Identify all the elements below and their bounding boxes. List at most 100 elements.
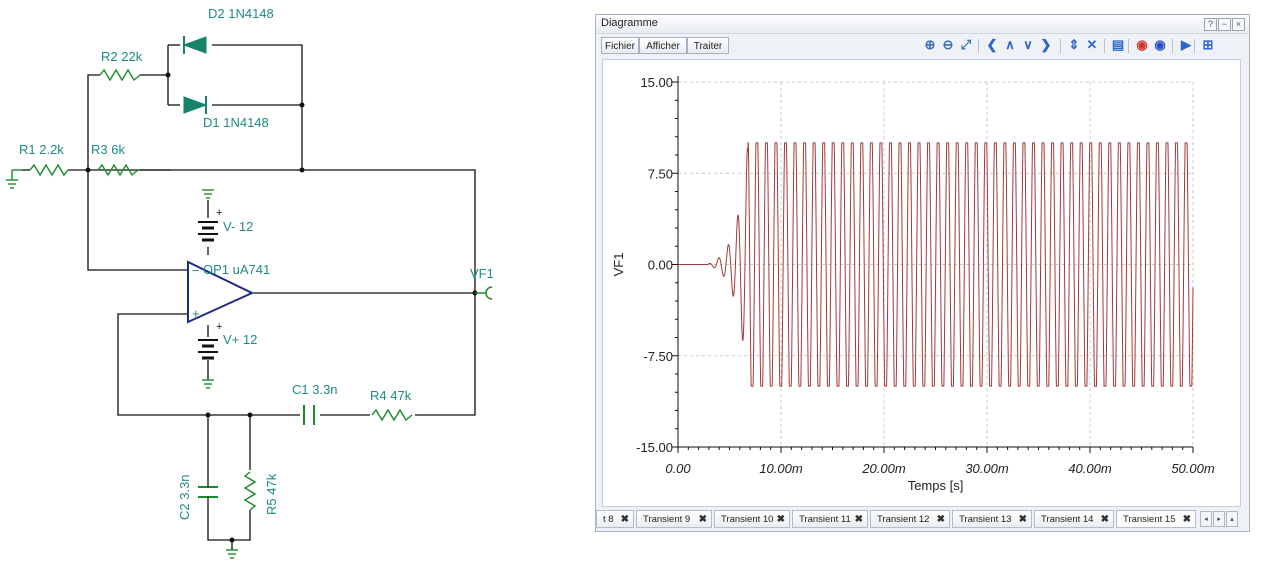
tab-close-icon[interactable]: ✖ [1019,511,1027,529]
tab-close-icon[interactable]: ✖ [1101,511,1109,529]
arrow-left-icon[interactable]: ❮ [984,37,1000,53]
zoom-out-icon[interactable]: ⊖ [940,37,956,53]
tab-transient-15[interactable]: Transient 15 ✖ [1116,510,1196,528]
tab-label: Transient 9 [643,514,691,525]
series-vf1-line [678,142,1194,387]
toolbar-separator [1128,39,1129,53]
tab-transient-14[interactable]: Transient 14 ✖ [1034,510,1114,528]
tab-label: Transient 10 [721,514,774,525]
menu-afficher[interactable]: Afficher [639,37,687,54]
label-vf1: VF1 [470,266,494,281]
tab-transient-11[interactable]: Transient 11 ✖ [792,510,868,528]
y-tick-label: 0.00 [648,258,673,273]
toolbar-separator [1104,39,1105,53]
tab-transient-12[interactable]: Transient 12 ✖ [870,510,950,528]
transient-chart: 15.00 7.50 0.00 -7.50 -15.00 0.00 10.00m 20.00m… [611,75,1215,493]
plot-area[interactable]: 15.00 7.50 0.00 -7.50 -15.00 0.00 10.00m 20.00m… [602,59,1241,507]
label-op1: OP1 uA741 [203,262,270,277]
x-tick-label: 0.00 [665,461,691,476]
x-axis-label: Temps [s] [908,478,964,493]
resistor-r1[interactable] [29,163,69,177]
diode-d2[interactable] [182,36,207,54]
add-window-icon[interactable]: ⊞ [1200,37,1216,53]
expand-vertical-icon[interactable]: ⇕ [1066,37,1082,53]
battery-vminus[interactable]: + [198,207,222,242]
label-r4: R4 47k [370,388,412,403]
comment-icon[interactable]: ▤ [1110,37,1126,53]
toolbar-separator [1060,39,1061,53]
diode-d1[interactable] [183,96,208,114]
tab-label: Transient 13 [959,514,1012,525]
zoom-in-icon[interactable]: ⊕ [922,37,938,53]
y-axis-label: VF1 [611,253,626,277]
opamp-plus-pin: + [192,306,200,321]
fit-icon[interactable]: ⤢ [958,37,974,53]
svg-text:+: + [216,207,222,219]
tab-label: Transient 12 [877,514,930,525]
x-tick-label: 30.00m [965,461,1009,476]
tab-label: Transient 15 [1123,514,1176,525]
tab-close-icon[interactable]: ✖ [777,511,785,529]
circuit-schematic: − + + + D2 1N4148 R2 22k D1 1N4148 R1 2.… [6,6,494,559]
toolbar-separator [1172,39,1173,53]
label-c1: C1 3.3n [292,382,338,397]
ground-symbol-mid [202,379,214,389]
tab-scroll-left-button[interactable]: ◂ [1200,511,1212,527]
tab-close-icon[interactable]: ✖ [1183,511,1191,529]
tab-close-icon[interactable]: ✖ [621,511,629,529]
resistor-r5[interactable] [243,471,257,511]
tab-label: Transient 14 [1041,514,1094,525]
tab-bar: t 8 ✖ Transient 9 ✖ Transient 10 ✖ Transient 1… [596,509,1249,531]
tab-close-icon[interactable]: ✖ [855,511,863,529]
arrow-down-icon[interactable]: ∨ [1020,37,1036,53]
arrow-up-icon[interactable]: ∧ [1002,37,1018,53]
resistor-r2[interactable] [99,68,141,82]
label-d1: D1 1N4148 [203,115,269,130]
capacitor-c1[interactable] [303,405,315,425]
y-tick-label: 15.00 [640,75,673,90]
battery-vplus[interactable]: + [198,321,222,360]
tab-transient-10[interactable]: Transient 10 ✖ [714,510,790,528]
ground-symbol-left [6,169,22,189]
tab-close-icon[interactable]: ✖ [699,511,707,529]
tab-transient-13[interactable]: Transient 13 ✖ [952,510,1032,528]
label-vplus: V+ 12 [223,332,257,347]
x-tick-label: 40.00m [1068,461,1112,476]
x-tick-label: 50.00m [1171,461,1215,476]
menu-traiter[interactable]: Traiter [687,37,729,54]
minimize-button[interactable]: − [1218,18,1231,31]
tab-close-icon[interactable]: ✖ [937,511,945,529]
help-button[interactable]: ? [1204,18,1217,31]
capacitor-c2[interactable] [198,470,218,510]
cross-icon[interactable]: ✕ [1084,37,1100,53]
marker-b-icon[interactable]: ◉ [1152,37,1168,53]
tab-label: Transient 11 [799,514,851,525]
opamp-minus-pin: − [192,263,200,278]
menu-fichier[interactable]: Fichier [601,37,639,54]
tab-scroll-right-button[interactable]: ▸ [1213,511,1225,527]
tab-menu-button[interactable]: ▴ [1226,511,1238,527]
window-titlebar[interactable]: Diagramme ? − × [596,15,1249,34]
y-tick-label: 7.50 [648,166,673,181]
marker-a-icon[interactable]: ◉ [1134,37,1150,53]
close-button[interactable]: × [1232,18,1245,31]
voltage-probe-vf1[interactable] [475,286,493,300]
label-d2: D2 1N4148 [208,6,274,21]
arrow-right-icon[interactable]: ❯ [1038,37,1054,53]
resistor-r4[interactable] [371,408,413,422]
tab-transient-9[interactable]: Transient 9 ✖ [636,510,712,528]
toolbar-separator [978,39,979,53]
tab-t-8[interactable]: t 8 ✖ [596,510,634,528]
label-r3: R3 6k [91,142,125,157]
label-r5: R5 47k [264,473,279,515]
ground-symbol-top [202,189,214,199]
diagram-window: Diagramme ? − × Fichier Afficher Traiter… [595,14,1250,532]
svg-text:+: + [216,321,222,333]
window-title: Diagramme [601,17,658,29]
label-c2: C2 3.3n [177,474,192,520]
toolbar: Fichier Afficher Traiter ⊕ ⊖ ⤢ ❮ ∧ ∨ ❯ ⇕ ✕ ▤ ◉ ◉ ▶ ⊞ [596,35,1249,57]
play-icon[interactable]: ▶ [1178,37,1194,53]
x-tick-label: 20.00m [861,461,906,476]
junction-dots [85,72,478,543]
toolbar-separator [1194,39,1195,53]
